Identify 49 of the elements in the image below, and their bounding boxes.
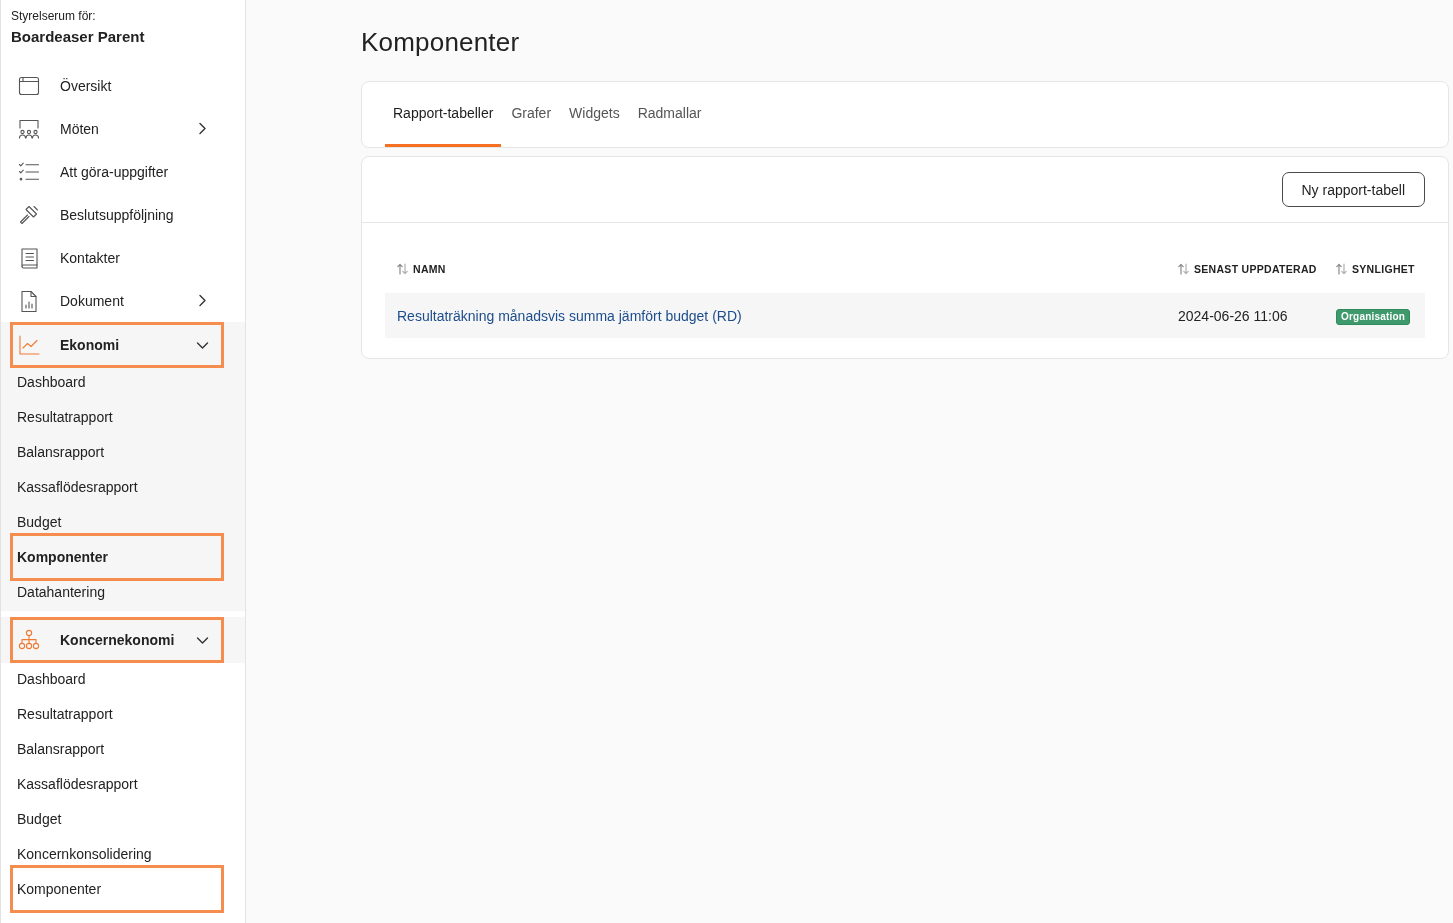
- line-chart-icon: [18, 334, 40, 356]
- nav-item[interactable]: Dokument: [10, 279, 224, 322]
- document-chart-icon: [18, 289, 40, 312]
- nav-item[interactable]: Koncernekonomi: [10, 617, 224, 663]
- column-header[interactable]: SYNLIGHET: [1352, 263, 1415, 275]
- nav-subitem[interactable]: Balansrapport: [10, 441, 224, 463]
- nav-subitem[interactable]: Resultatrapport: [10, 406, 224, 428]
- tab[interactable]: Grafer: [503, 90, 560, 147]
- table-cell-text: 2024-06-26 11:06: [1177, 307, 1289, 324]
- page-title: Komponenter: [361, 26, 520, 59]
- nav-subitem[interactable]: Komponenter: [10, 533, 224, 581]
- nav-subitem[interactable]: Balansrapport: [10, 738, 224, 760]
- chevron-right-icon: [196, 294, 209, 307]
- tab[interactable]: Radmallar: [629, 90, 710, 147]
- book-icon: [18, 246, 40, 269]
- nav-item[interactable]: Kontakter: [10, 236, 224, 279]
- nav-subitem[interactable]: Koncernkonsolidering: [10, 843, 224, 865]
- chevron-right-icon: [196, 122, 209, 135]
- gavel-icon: [18, 203, 40, 226]
- nav-subitem[interactable]: Resultatrapport: [10, 703, 224, 725]
- column-header[interactable]: SENAST UPPDATERAD: [1194, 263, 1317, 275]
- sort-icon[interactable]: [1178, 263, 1189, 275]
- tab[interactable]: Rapport-tabeller: [385, 90, 502, 147]
- nav-subitem[interactable]: Budget: [10, 808, 224, 830]
- nav-item[interactable]: Möten: [10, 107, 224, 150]
- nav-subitem[interactable]: Kassaflödesrapport: [10, 476, 224, 498]
- nav-subitem[interactable]: Komponenter: [10, 865, 224, 913]
- column-header[interactable]: NAMN: [413, 263, 446, 275]
- nav-subitem[interactable]: Dashboard: [10, 668, 224, 690]
- nav-subitem[interactable]: Datahantering: [10, 581, 224, 603]
- org-chart-icon: [18, 629, 40, 651]
- nav-subitem[interactable]: Budget: [10, 511, 224, 533]
- sort-icon[interactable]: [397, 263, 408, 275]
- nav-item[interactable]: Beslutsuppföljning: [10, 193, 224, 236]
- nav-subitem[interactable]: Dashboard: [10, 371, 224, 393]
- sort-icon[interactable]: [1336, 263, 1347, 275]
- nav-subitem[interactable]: Kassaflödesrapport: [10, 773, 224, 795]
- checklist-icon: [18, 160, 40, 183]
- report-link[interactable]: Resultaträkning månadsvis summa jämfört budget (RD): [397, 307, 742, 324]
- visibility-badge: Organisation: [1336, 309, 1411, 325]
- tab[interactable]: Widgets: [561, 90, 628, 147]
- organization-name: Boardeaser Parent: [11, 27, 145, 47]
- nav-item[interactable]: Översikt: [10, 64, 224, 107]
- sidebar-caption: Styrelserum för:: [11, 9, 96, 23]
- audience-icon: [18, 117, 40, 140]
- window-icon: [18, 74, 40, 97]
- nav-item[interactable]: Att göra-uppgifter: [10, 150, 224, 193]
- new-report-table-button[interactable]: Ny rapport-tabell: [1281, 172, 1425, 207]
- nav-item[interactable]: Ekonomi: [10, 322, 224, 368]
